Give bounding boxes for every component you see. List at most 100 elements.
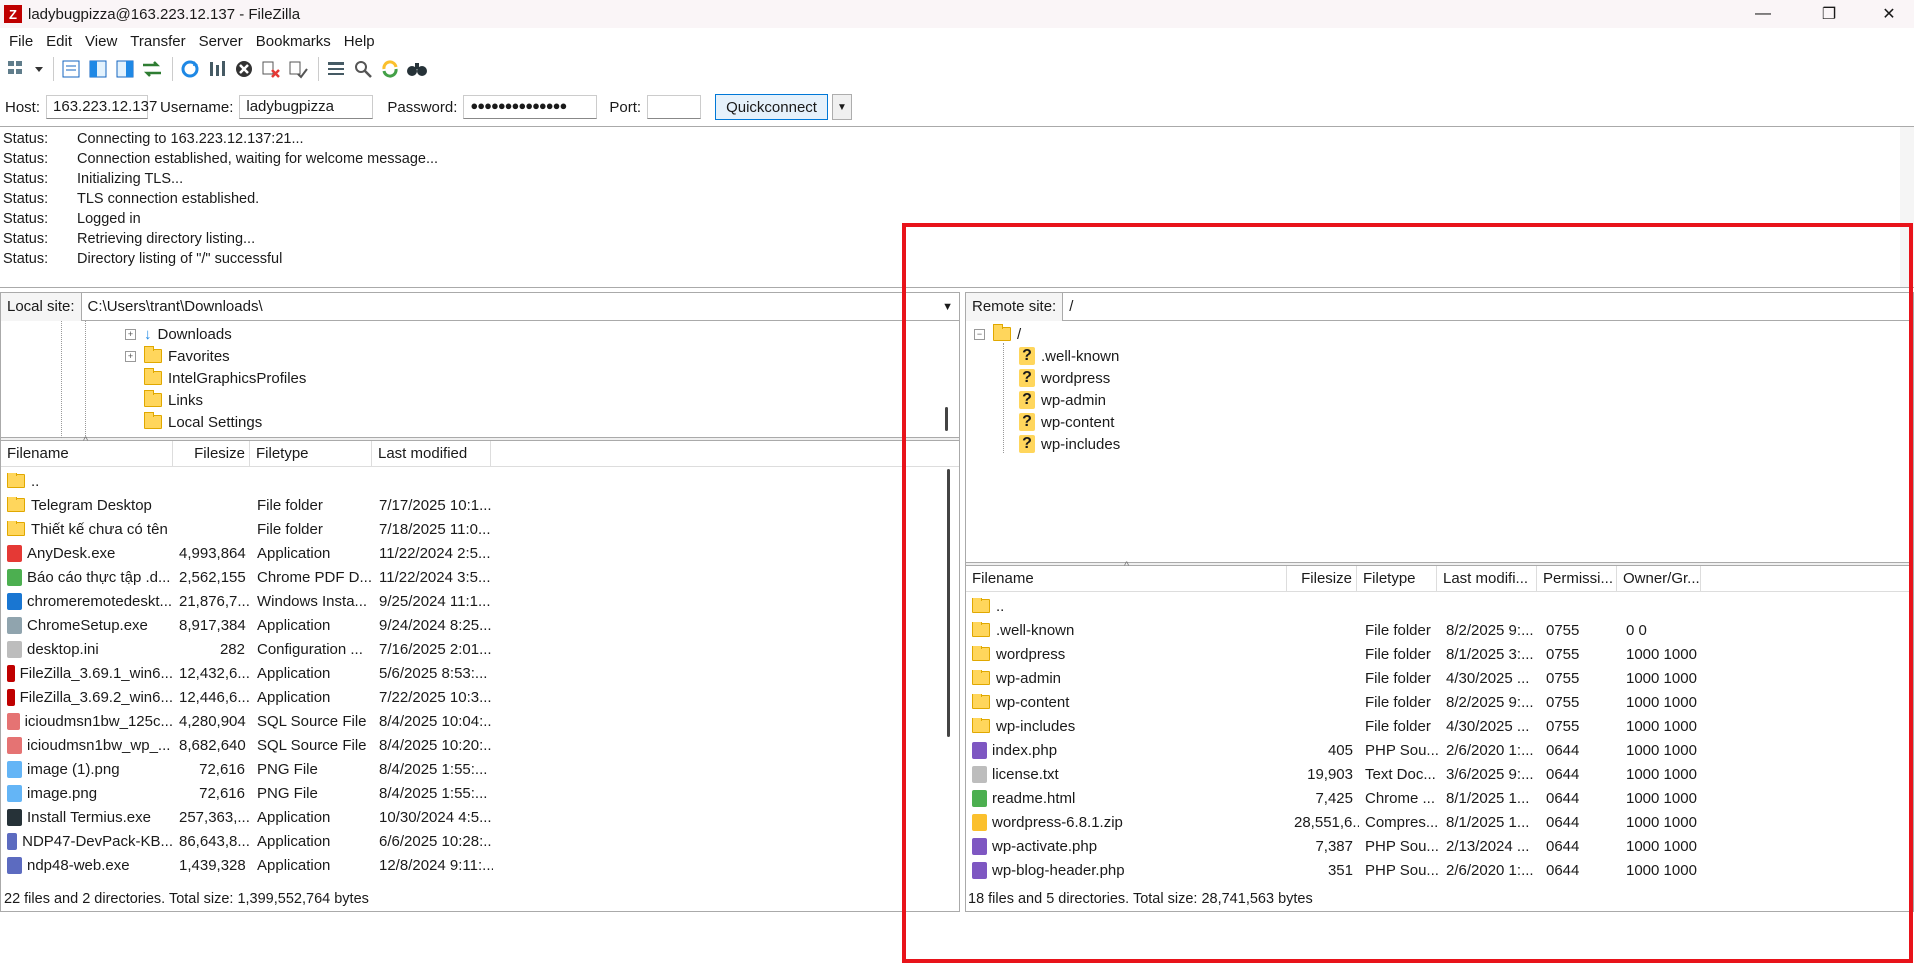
table-row[interactable]: readme.html 7,425 Chrome ... 8/1/2025 1... 0… xyxy=(966,786,1913,810)
local-list-scrollbar[interactable] xyxy=(947,469,950,737)
table-row[interactable]: Báo cáo thực tập .d... 2,562,155 Chrome PD… xyxy=(1,565,959,589)
menu-file[interactable]: File xyxy=(9,33,33,50)
process-queue-icon[interactable] xyxy=(205,57,229,81)
toggle-remote-tree-icon[interactable] xyxy=(113,57,137,81)
table-row[interactable]: icioudmsn1bw_125c... 4,280,904 SQL Source … xyxy=(1,709,959,733)
column-filesize[interactable]: Filesize xyxy=(173,440,250,467)
tree-item-wordpress[interactable]: ? wordpress xyxy=(1019,367,1110,389)
cell-filename: .. xyxy=(966,597,1288,615)
unknown-folder-icon: ? xyxy=(1019,369,1035,387)
local-tree-scrollbar[interactable] xyxy=(945,407,948,431)
table-row[interactable]: wp-includes File folder 4/30/2025 ... 0755 1… xyxy=(966,714,1913,738)
column-filesize[interactable]: Filesize xyxy=(1287,565,1357,592)
table-row[interactable]: Thiết kế chưa có tên File folder 7/18/2025… xyxy=(1,517,959,541)
cell-filesize: 7,387 xyxy=(1315,837,1353,855)
cell-filename: wp-includes xyxy=(966,717,1288,735)
toggle-local-tree-icon[interactable] xyxy=(86,57,110,81)
quickconnect-button[interactable]: Quickconnect xyxy=(715,94,828,120)
menu-server[interactable]: Server xyxy=(199,33,243,50)
host-input[interactable]: 163.223.12.137 xyxy=(46,95,157,119)
site-manager-dropdown-icon[interactable] xyxy=(33,57,45,81)
reconnect-icon[interactable] xyxy=(286,57,310,81)
cell-filesize: 86,643,8... xyxy=(179,832,250,850)
site-manager-icon[interactable] xyxy=(6,57,30,81)
tree-item-wp-admin[interactable]: ? wp-admin xyxy=(1019,389,1106,411)
quickconnect-dropdown-icon[interactable]: ▼ xyxy=(831,94,852,120)
cell-last-modified: 10/30/2024 4:5... xyxy=(379,808,492,826)
table-row[interactable]: index.php 405 PHP Sou... 2/6/2020 1:... 0644… xyxy=(966,738,1913,762)
search-remote-files-icon[interactable] xyxy=(405,57,429,81)
tree-item-favorites[interactable]: + Favorites xyxy=(125,345,230,367)
directory-comparison-icon[interactable] xyxy=(351,57,375,81)
table-row[interactable]: ChromeSetup.exe 8,917,384 Application 9/24/… xyxy=(1,613,959,637)
username-input[interactable]: ladybugpizza xyxy=(239,95,374,119)
column-filetype[interactable]: Filetype xyxy=(250,440,372,467)
password-input[interactable]: ●●●●●●●●●●●●●● xyxy=(463,95,598,119)
file-icon xyxy=(972,837,987,855)
toggle-message-log-icon[interactable] xyxy=(59,57,83,81)
tree-item-root[interactable]: − / xyxy=(974,323,1021,345)
cell-filesize: 72,616 xyxy=(199,784,245,802)
column-filetype[interactable]: Filetype xyxy=(1357,565,1437,592)
tree-item-well-known[interactable]: ? .well-known xyxy=(1019,345,1119,367)
table-row[interactable]: Telegram Desktop File folder 7/17/2025 10:… xyxy=(1,493,959,517)
tree-item-downloads[interactable]: + ↓ Downloads xyxy=(125,323,232,345)
table-row[interactable]: AnyDesk.exe 4,993,864 Application 11/22/202… xyxy=(1,541,959,565)
table-row[interactable]: .. xyxy=(966,594,1913,618)
menu-view[interactable]: View xyxy=(85,33,117,50)
table-row[interactable]: chromeremotedeskt... 21,876,7... Windows I… xyxy=(1,589,959,613)
tree-item-wp-includes[interactable]: ? wp-includes xyxy=(1019,433,1120,455)
cell-filetype: Application xyxy=(257,808,331,826)
table-row[interactable]: NDP47-DevPack-KB... 86,643,8... Applicatio… xyxy=(1,829,959,853)
cell-filetype: Windows Insta... xyxy=(257,592,368,610)
column-last-modified[interactable]: Last modifi... xyxy=(1437,565,1537,592)
minimize-button[interactable]: — xyxy=(1740,0,1786,28)
remote-path-input[interactable]: / xyxy=(1063,298,1913,315)
chevron-down-icon[interactable]: ▼ xyxy=(942,301,959,313)
table-row[interactable]: FileZilla_3.69.1_win6... 12,432,6... Appli… xyxy=(1,661,959,685)
expand-icon[interactable]: + xyxy=(125,350,136,362)
close-button[interactable]: ✕ xyxy=(1866,0,1912,28)
collapse-icon[interactable]: − xyxy=(974,328,985,340)
tree-item-wp-content[interactable]: ? wp-content xyxy=(1019,411,1114,433)
table-row[interactable]: wp-blog-header.php 351 PHP Sou... 2/6/2020 … xyxy=(966,858,1913,882)
port-input[interactable] xyxy=(647,95,702,119)
directory-listing-filters-icon[interactable] xyxy=(324,57,348,81)
table-row[interactable]: ndp48-web.exe 1,439,328 Application 12/8/20… xyxy=(1,853,959,877)
menu-help[interactable]: Help xyxy=(344,33,375,50)
log-type: Status: xyxy=(3,191,49,207)
table-row[interactable]: .well-known File folder 8/2/2025 9:... 0755… xyxy=(966,618,1913,642)
menu-bookmarks[interactable]: Bookmarks xyxy=(256,33,331,50)
cancel-operation-icon[interactable] xyxy=(232,57,256,81)
synchronized-browsing-icon[interactable] xyxy=(378,57,402,81)
folder-icon xyxy=(972,669,990,685)
maximize-button[interactable]: ❐ xyxy=(1806,0,1852,28)
table-row[interactable]: icioudmsn1bw_wp_... 8,682,640 SQL Source F… xyxy=(1,733,959,757)
table-row[interactable]: license.txt 19,903 Text Doc... 3/6/2025 9:.… xyxy=(966,762,1913,786)
tree-item-intelgraphicsprofiles[interactable]: IntelGraphicsProfiles xyxy=(144,367,306,389)
table-row[interactable]: image (1).png 72,616 PNG File 8/4/2025 1:55… xyxy=(1,757,959,781)
table-row[interactable]: wp-content File folder 8/2/2025 9:... 0755 1… xyxy=(966,690,1913,714)
column-last-modified[interactable]: Last modified xyxy=(372,440,491,467)
log-scrollbar[interactable] xyxy=(1900,127,1914,287)
tree-item-local-settings[interactable]: Local Settings xyxy=(144,411,262,433)
table-row[interactable]: wordpress-6.8.1.zip 28,551,6... Compres...… xyxy=(966,810,1913,834)
table-row[interactable]: FileZilla_3.69.2_win6... 12,446,6... Appli… xyxy=(1,685,959,709)
menu-edit[interactable]: Edit xyxy=(46,33,72,50)
column-owner-group[interactable]: Owner/Gr... xyxy=(1617,565,1701,592)
disconnect-icon[interactable] xyxy=(259,57,283,81)
table-row[interactable]: wp-activate.php 7,387 PHP Sou... 2/13/2024 … xyxy=(966,834,1913,858)
local-path-input[interactable]: C:\Users\trant\Downloads\ xyxy=(82,298,943,315)
column-permissions[interactable]: Permissi... xyxy=(1537,565,1617,592)
table-row[interactable]: wp-admin File folder 4/30/2025 ... 0755 1000… xyxy=(966,666,1913,690)
table-row[interactable]: image.png 72,616 PNG File 8/4/2025 1:55:... xyxy=(1,781,959,805)
table-row[interactable]: desktop.ini 282 Configuration ... 7/16/2025… xyxy=(1,637,959,661)
table-row[interactable]: Install Termius.exe 257,363,... Applicatio… xyxy=(1,805,959,829)
table-row[interactable]: wordpress File folder 8/1/2025 3:... 0755 10… xyxy=(966,642,1913,666)
refresh-icon[interactable] xyxy=(178,57,202,81)
toggle-transfer-queue-icon[interactable] xyxy=(140,57,164,81)
menu-transfer[interactable]: Transfer xyxy=(130,33,185,50)
table-row[interactable]: .. xyxy=(1,469,959,493)
expand-icon[interactable]: + xyxy=(125,328,136,340)
tree-item-links[interactable]: Links xyxy=(144,389,203,411)
